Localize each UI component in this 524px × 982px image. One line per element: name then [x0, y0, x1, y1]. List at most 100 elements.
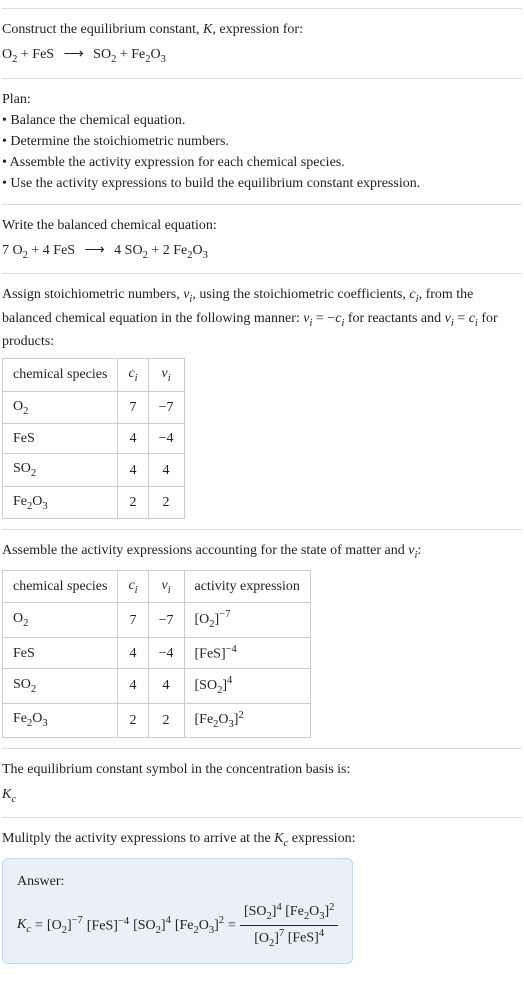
activity-cell: [Fe2O3]2: [184, 703, 310, 737]
base: [O2]: [47, 918, 72, 933]
K: K: [274, 831, 283, 846]
exp: −7: [72, 915, 83, 926]
sub-i: i: [135, 585, 138, 596]
v-cell: −7: [148, 391, 184, 424]
term: [O2]−7: [47, 913, 83, 938]
base: [FeS]: [195, 646, 226, 661]
prompt-suffix: , expression for:: [212, 22, 303, 37]
exp: 2: [238, 710, 243, 721]
exp: 4: [319, 928, 324, 939]
sub-i: i: [135, 373, 138, 384]
answer-label: Answer:: [17, 871, 338, 892]
activity-cell: [SO2]4: [184, 669, 310, 703]
col-vi: νi: [148, 570, 184, 603]
term: [Fe2O3]2: [175, 913, 224, 938]
plus: +: [116, 47, 131, 62]
c-cell: 2: [118, 703, 148, 737]
coef: 4: [43, 243, 54, 258]
c-cell: 7: [118, 603, 148, 637]
balanced-heading: Write the balanced chemical equation:: [2, 215, 522, 236]
c-cell: 4: [118, 424, 148, 454]
numerator: [SO2]4 [Fe2O3]2: [240, 900, 338, 926]
sp2: O: [32, 494, 42, 509]
exp: 4: [227, 675, 232, 686]
K: K: [17, 917, 26, 932]
exp: 7: [279, 928, 284, 939]
activity-table: chemical species ci νi activity expressi…: [2, 570, 311, 738]
product-fe2o3-fe: Fe: [173, 243, 187, 258]
coef: 7: [2, 243, 13, 258]
eq: = −: [312, 311, 335, 326]
plan-section: Plan: Balance the chemical equation. Det…: [2, 78, 522, 204]
term: [SO2]4: [133, 913, 171, 938]
equals: =: [228, 915, 236, 936]
text: Assemble the activity expressions accoun…: [2, 543, 408, 558]
table-row: O2 7 −7 [O2]−7: [3, 603, 311, 637]
base: [Fe2O3]: [175, 918, 219, 933]
v-cell: 4: [148, 454, 184, 487]
plan-item: Determine the stoichiometric numbers.: [2, 131, 522, 152]
species-cell: O2: [3, 603, 118, 637]
reactant-fes: FeS: [32, 47, 54, 62]
col-ci: ci: [118, 570, 148, 603]
base: [O2]: [195, 612, 220, 627]
plan-list: Balance the chemical equation. Determine…: [2, 110, 522, 194]
stoich-table: chemical species ci νi O2 7 −7 FeS 4 −4 …: [2, 358, 185, 519]
species-cell: O2: [3, 391, 118, 424]
sp: SO: [13, 461, 31, 476]
product-fe2o3-o: O: [150, 47, 160, 62]
kc-symbol: Kc: [2, 784, 522, 808]
col-species: chemical species: [3, 359, 118, 392]
species-cell: FeS: [3, 424, 118, 454]
col-species: chemical species: [3, 570, 118, 603]
fraction: [SO2]4 [Fe2O3]2 [O2]7 [FeS]4: [240, 900, 338, 951]
exp: 4: [166, 915, 171, 926]
sub: 3: [203, 249, 208, 260]
product-so2: SO: [125, 243, 143, 258]
reactant-o2: O: [2, 47, 12, 62]
base: [Fe2O3]: [195, 712, 239, 727]
table-row: SO2 4 4 [SO2]4: [3, 669, 311, 703]
plus: +: [17, 47, 32, 62]
prompt-line: Construct the equilibrium constant, K, e…: [2, 19, 522, 40]
product-so2: SO: [93, 47, 111, 62]
base: [SO2]: [195, 678, 227, 693]
activity-cell: [FeS]−4: [184, 637, 310, 669]
reactant-o2: O: [13, 243, 23, 258]
species-cell: FeS: [3, 637, 118, 669]
sub: 3: [42, 501, 47, 512]
col-ci: ci: [118, 359, 148, 392]
v-cell: 4: [148, 669, 184, 703]
text: expression:: [288, 831, 355, 846]
exp: 2: [219, 915, 224, 926]
arrow-icon: ⟶: [64, 44, 84, 65]
plan-item: Use the activity expressions to build th…: [2, 173, 522, 194]
sub: 2: [23, 406, 28, 417]
reactant-fes: FeS: [53, 243, 75, 258]
species-cell: Fe2O3: [3, 703, 118, 737]
exp: −4: [226, 644, 237, 655]
arrow-icon: ⟶: [85, 240, 105, 261]
assign-text: Assign stoichiometric numbers, νi, using…: [2, 284, 522, 352]
table-header-row: chemical species ci νi: [3, 359, 185, 392]
base: [FeS]: [288, 931, 319, 946]
text: Mulitply the activity expressions to arr…: [2, 831, 274, 846]
lhs: Kc: [17, 914, 31, 938]
table-row: Fe2O3 2 2: [3, 486, 185, 519]
multiply-section: Mulitply the activity expressions to arr…: [2, 817, 522, 974]
exp: −4: [118, 916, 129, 927]
exp: −7: [219, 609, 230, 620]
base: [FeS]: [87, 919, 118, 934]
species-cell: SO2: [3, 454, 118, 487]
base: [SO2]: [133, 918, 165, 933]
col-activity: activity expression: [184, 570, 310, 603]
coef: 4: [114, 243, 125, 258]
v-cell: 2: [148, 703, 184, 737]
exp: 2: [329, 902, 334, 913]
sub-i: i: [168, 373, 171, 384]
symbol-text: The equilibrium constant symbol in the c…: [2, 759, 522, 780]
sub: 2: [31, 468, 36, 479]
table-row: SO2 4 4: [3, 454, 185, 487]
product-fe2o3-sub2: 3: [161, 54, 166, 65]
plus: +: [148, 243, 163, 258]
